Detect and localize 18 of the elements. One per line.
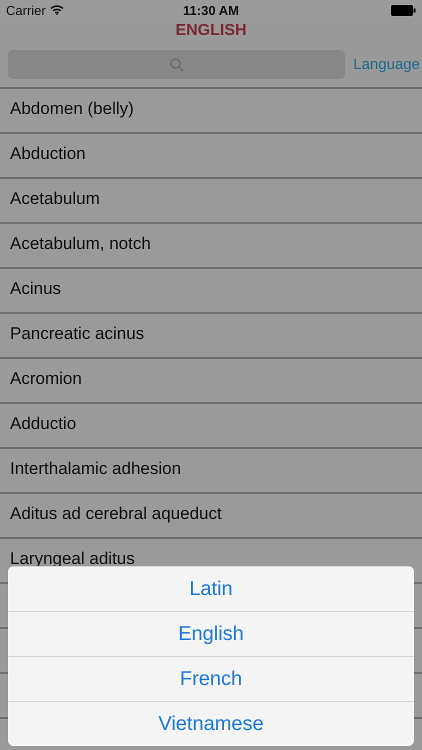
clock-time: 11:30 AM [183,2,239,18]
term-row[interactable]: Pancreatic acinus [0,314,422,359]
term-row[interactable]: Acetabulum [0,179,422,224]
term-row[interactable]: Aditus ad cerebral aqueduct [0,494,422,539]
term-row[interactable]: Interthalamic adhesion [0,449,422,494]
term-row[interactable]: Adductio [0,404,422,449]
carrier-name: Carrier [6,2,46,18]
term-row[interactable]: Acinus [0,269,422,314]
search-field[interactable] [8,50,346,79]
search-icon [170,58,184,72]
term-row[interactable]: Acetabulum, notch [0,224,422,269]
term-row[interactable]: Acromion [0,359,422,404]
battery-icon [391,4,416,16]
language-option[interactable]: Vietnamese [8,701,414,746]
screen-title: ENGLISH [174,21,248,41]
wifi-icon [50,5,64,15]
term-row[interactable]: Abduction [0,134,422,179]
term-row[interactable]: Abdomen (belly) [0,89,422,134]
